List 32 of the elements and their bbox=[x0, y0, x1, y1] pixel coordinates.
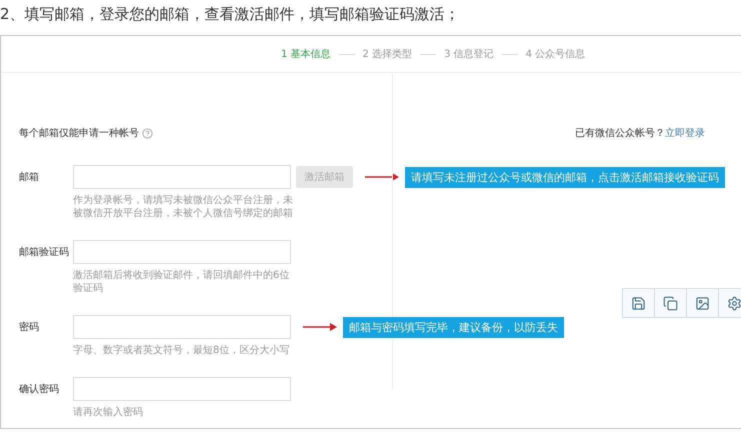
callout-note: 邮箱与密码填写完毕，建议备份，以防丢失 bbox=[343, 316, 564, 338]
login-prompt: 已有微信公众帐号？立即登录 bbox=[575, 126, 705, 140]
input-field[interactable] bbox=[73, 240, 291, 264]
arrow-icon bbox=[303, 323, 337, 331]
copy-icon bbox=[663, 296, 678, 310]
image-icon bbox=[695, 296, 710, 310]
arrow-icon bbox=[365, 173, 399, 181]
input-field[interactable] bbox=[73, 377, 291, 401]
help-icon[interactable] bbox=[142, 128, 153, 138]
settings-icon bbox=[727, 296, 741, 310]
input-field[interactable] bbox=[73, 315, 291, 339]
image-button[interactable] bbox=[686, 288, 719, 318]
field-hint: 请再次输入密码 bbox=[73, 406, 144, 419]
login-link[interactable]: 立即登录 bbox=[665, 128, 705, 139]
field-hint: 激活邮箱后将收到验证邮件，请回填邮件中的6位验证码 bbox=[73, 269, 290, 295]
field-label: 邮箱验证码 bbox=[19, 246, 70, 259]
step-label: 1 基本信息 bbox=[281, 48, 331, 61]
field-label: 确认密码 bbox=[19, 382, 60, 396]
input-field[interactable] bbox=[73, 165, 291, 189]
notice-text: 每个邮箱仅能申请一种帐号 bbox=[19, 126, 139, 140]
field-hint: 作为登录帐号，请填写未被微信公众平台注册，未被微信开放平台注册，未被个人微信号绑定的邮箱 bbox=[73, 194, 294, 220]
field-hint: 字母、数字或者英文符号，最短8位，区分大小写 bbox=[73, 344, 290, 357]
callout-note: 请填写未注册过公众号或微信的邮箱，点击激活邮箱接收验证码 bbox=[405, 166, 725, 188]
instruction-text: 2、填写邮箱，登录您的邮箱，查看激活邮件，填写邮箱验证码激活； bbox=[0, 4, 461, 25]
step-label: 2 选择类型 bbox=[362, 48, 412, 61]
save-button[interactable] bbox=[622, 288, 655, 318]
step-label: 4 公众号信息 bbox=[526, 48, 586, 61]
step-label: 3 信息登记 bbox=[444, 48, 494, 61]
save-icon bbox=[631, 296, 646, 310]
field-label: 邮箱 bbox=[19, 170, 40, 184]
copy-button[interactable] bbox=[654, 288, 687, 318]
field-label: 密码 bbox=[19, 320, 40, 334]
